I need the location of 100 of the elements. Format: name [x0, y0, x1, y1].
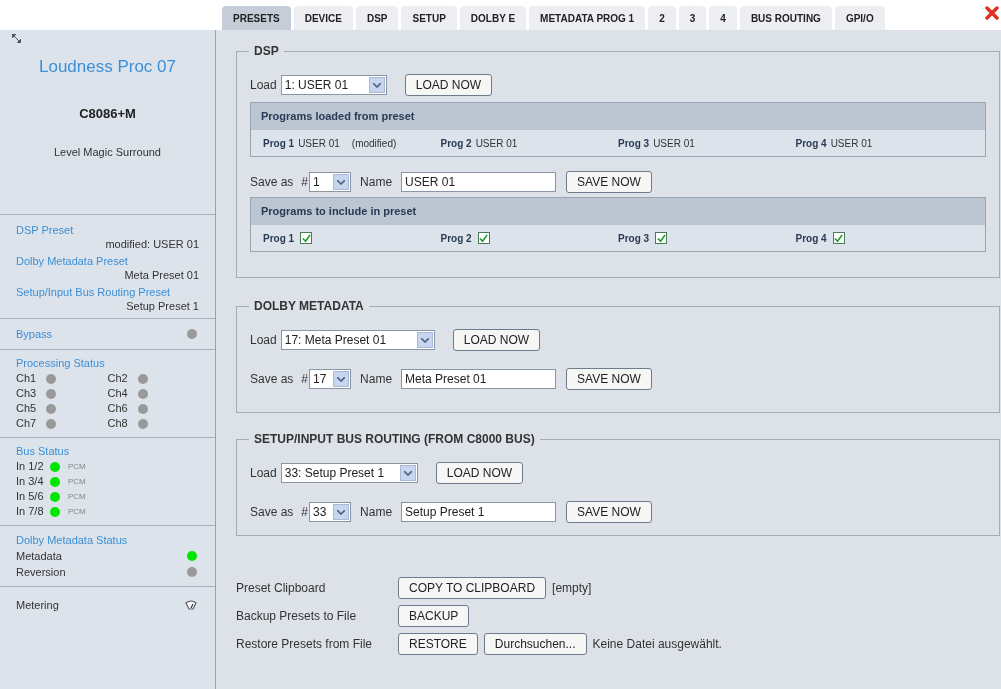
status-note: [empty]: [552, 580, 592, 597]
channel-label: Ch4: [107, 386, 129, 401]
table-header: Programs loaded from preset: [261, 109, 415, 125]
caret-icon[interactable]: [420, 337, 429, 343]
caret-icon[interactable]: [337, 179, 346, 185]
action-button[interactable]: BACKUP: [398, 605, 470, 627]
action-button[interactable]: Durchsuchen...: [483, 633, 587, 655]
section-heading: Dolby Metadata Status: [16, 533, 128, 548]
caret-icon[interactable]: [337, 509, 346, 515]
channel-label: Ch1: [16, 371, 38, 386]
name-field[interactable]: USER 01: [401, 172, 557, 192]
program-value: USER 01: [298, 136, 340, 151]
table-header: Programs to include in preset: [261, 204, 417, 220]
preset-name: modified: USER 01: [104, 237, 199, 251]
save-button[interactable]: SAVE NOW: [566, 501, 652, 523]
hash-label: #: [301, 504, 309, 521]
program-label: Prog 2: [440, 231, 472, 246]
metering-label: Metering: [16, 597, 59, 613]
program-label: Prog 4: [795, 231, 827, 246]
name-label: Name: [360, 504, 393, 521]
action-button[interactable]: RESTORE: [398, 633, 478, 655]
preset-heading: Setup/Input Bus Routing Preset: [16, 285, 172, 299]
action-label: Preset Clipboard: [236, 580, 327, 597]
caret-icon[interactable]: [337, 376, 346, 382]
program-value: USER 01: [830, 136, 873, 151]
channel-label: Ch5: [16, 401, 38, 416]
caret-icon[interactable]: [403, 470, 412, 476]
checkbox[interactable]: [477, 232, 490, 244]
save-as-label: Save as: [250, 371, 294, 388]
caret-icon[interactable]: [372, 82, 381, 88]
preset-dropdown[interactable]: 33: Setup Preset 1: [280, 463, 418, 483]
input-label: In 7/8: [16, 504, 44, 519]
meter-icon[interactable]: [185, 600, 197, 610]
resize-icon[interactable]: [12, 34, 21, 43]
tab[interactable]: BUS ROUTING: [739, 6, 832, 30]
tab[interactable]: DSP: [355, 6, 399, 30]
channel-label: Ch7: [16, 416, 38, 431]
input-label: In 5/6: [16, 489, 44, 504]
load-button[interactable]: LOAD NOW: [452, 329, 541, 351]
save-as-label: Save as: [250, 174, 294, 191]
format-label: PCM: [68, 461, 86, 473]
tab[interactable]: 2: [648, 6, 676, 30]
checkbox[interactable]: [655, 232, 668, 244]
section-heading: Bus Status: [16, 444, 70, 459]
checkbox[interactable]: [832, 232, 845, 244]
save-button[interactable]: SAVE NOW: [566, 171, 652, 193]
save-button[interactable]: SAVE NOW: [566, 368, 652, 390]
channel-label: Ch6: [107, 401, 129, 416]
program-label: Prog 1: [263, 136, 295, 151]
program-label: Prog 4: [795, 136, 827, 151]
channel-label: Ch3: [16, 386, 38, 401]
load-button[interactable]: LOAD NOW: [404, 74, 493, 96]
section-heading: Processing Status: [16, 356, 105, 371]
action-button[interactable]: COPY TO CLIPBOARD: [398, 577, 547, 599]
preset-name: Meta Preset 01: [123, 268, 199, 282]
tab[interactable]: 4: [709, 6, 737, 30]
tab[interactable]: SETUP: [401, 6, 457, 30]
save-as-label: Save as: [250, 504, 294, 521]
hash-label: #: [301, 174, 309, 191]
name-label: Name: [360, 371, 393, 388]
load-label: Load: [250, 77, 277, 94]
name-label: Name: [360, 174, 393, 191]
channel-label: Ch8: [107, 416, 129, 431]
device-title: Loudness Proc 07: [38, 56, 176, 78]
load-label: Load: [250, 332, 277, 349]
modified-note: (modified): [351, 136, 397, 151]
action-label: Restore Presets from File: [236, 636, 374, 653]
product-name: Level Magic Surround: [54, 145, 161, 160]
tab[interactable]: METADATA PROG 1: [529, 6, 646, 30]
name-field[interactable]: Meta Preset 01: [401, 369, 557, 389]
checkbox[interactable]: [300, 232, 313, 244]
input-label: In 1/2: [16, 459, 44, 474]
section-title: SETUP/INPUT BUS ROUTING (FROM C8000 BUS): [249, 431, 540, 447]
preset-heading: Dolby Metadata Preset: [16, 254, 129, 268]
number-dropdown[interactable]: 33: [309, 502, 352, 522]
name-field[interactable]: Setup Preset 1: [401, 502, 557, 522]
program-value: USER 01: [475, 136, 518, 151]
number-dropdown[interactable]: 17: [309, 369, 352, 389]
program-label: Prog 1: [263, 231, 295, 246]
tab[interactable]: DOLBY E: [459, 6, 527, 30]
format-label: PCM: [68, 491, 86, 503]
format-label: PCM: [68, 476, 86, 488]
format-label: PCM: [68, 506, 86, 518]
device-model: C8086+M: [79, 104, 136, 123]
tab[interactable]: DEVICE: [293, 6, 353, 30]
preset-dropdown[interactable]: 17: Meta Preset 01: [280, 330, 435, 350]
preset-heading: DSP Preset: [16, 223, 75, 237]
tab[interactable]: PRESETS: [222, 6, 291, 30]
status-label: Metadata: [16, 549, 62, 564]
load-button[interactable]: LOAD NOW: [435, 462, 524, 484]
program-label: Prog 2: [440, 136, 472, 151]
program-label: Prog 3: [618, 231, 650, 246]
preset-name: Setup Preset 1: [125, 299, 199, 313]
tab[interactable]: 3: [678, 6, 707, 30]
preset-dropdown[interactable]: 1: USER 01: [280, 75, 387, 95]
number-dropdown[interactable]: 1: [309, 172, 352, 192]
close-icon[interactable]: [985, 6, 999, 20]
hash-label: #: [301, 371, 309, 388]
bypass-label: Bypass: [16, 326, 53, 342]
tab[interactable]: GPI/O: [834, 6, 885, 30]
